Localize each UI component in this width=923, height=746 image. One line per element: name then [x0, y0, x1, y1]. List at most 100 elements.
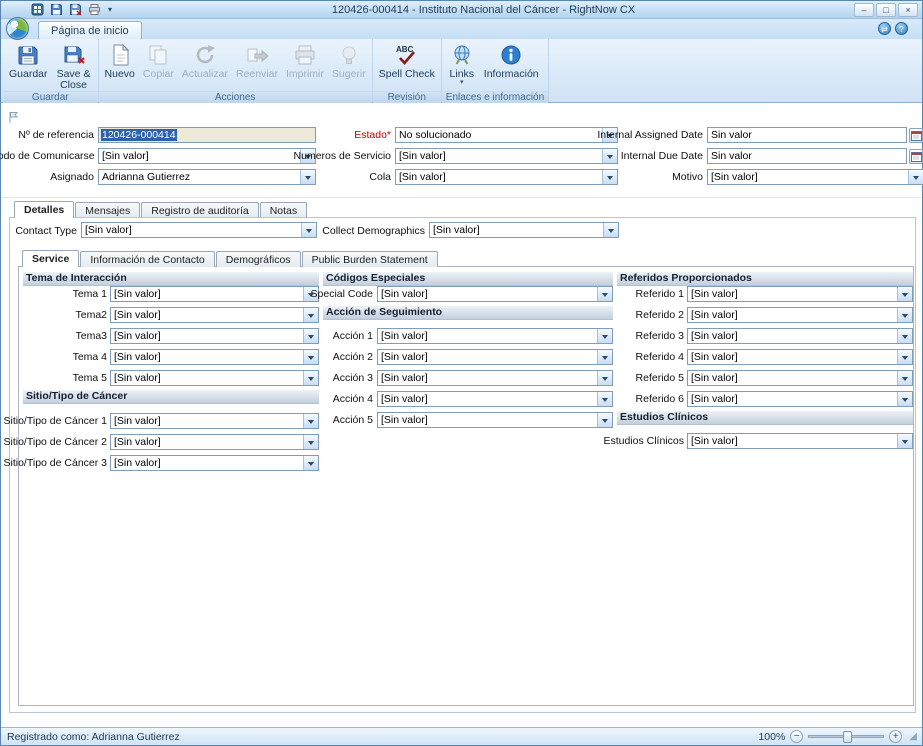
resize-grip[interactable]: ◢: [909, 731, 917, 742]
reenviar-button-label: Reenviar: [236, 69, 278, 80]
referido-4-dropdown-button[interactable]: [897, 350, 912, 364]
accion-4-dropdown[interactable]: [Sin valor]: [377, 391, 613, 407]
help-icon[interactable]: ?: [895, 22, 908, 35]
motivo-dropdown[interactable]: [Sin valor]: [707, 169, 923, 185]
tab-public-burden-statement[interactable]: Public Burden Statement: [302, 251, 438, 267]
referido-4-value: [Sin valor]: [688, 350, 897, 364]
sitio-2-dropdown[interactable]: [Sin valor]: [110, 434, 319, 450]
nuevo-button[interactable]: Nuevo: [101, 41, 139, 91]
motivo-value: [Sin valor]: [708, 170, 908, 184]
accion-2-value: [Sin valor]: [378, 350, 597, 364]
estudios-clinicos-dropdown-button[interactable]: [897, 434, 912, 448]
zoom-slider[interactable]: [808, 735, 884, 738]
copiar-button[interactable]: Copiar: [139, 41, 178, 91]
referido-1-dropdown-button[interactable]: [897, 287, 912, 301]
collect-demographics-dropdown-button[interactable]: [603, 223, 618, 237]
tab-pagina-de-inicio[interactable]: Página de inicio: [38, 21, 142, 39]
special-code-dropdown[interactable]: [Sin valor]: [377, 286, 613, 302]
zoom-out-button[interactable]: −: [790, 730, 803, 743]
zoom-slider-thumb[interactable]: [843, 731, 852, 743]
qat-dropdown-caret[interactable]: ▾: [105, 5, 115, 14]
accion-5-dropdown-button[interactable]: [597, 413, 612, 427]
tab-notas[interactable]: Notas: [260, 202, 307, 218]
tema-3-dropdown[interactable]: [Sin valor]: [110, 328, 319, 344]
referido-5-dropdown-button[interactable]: [897, 371, 912, 385]
tema-4-dropdown[interactable]: [Sin valor]: [110, 349, 319, 365]
accion-1-dropdown-button[interactable]: [597, 329, 612, 343]
numeros-servicio-label: Numeros de Servicio: [289, 148, 391, 164]
referido-3-dropdown[interactable]: [Sin valor]: [687, 328, 913, 344]
accion-2-dropdown[interactable]: [Sin valor]: [377, 349, 613, 365]
tema-2-dropdown[interactable]: [Sin valor]: [110, 307, 319, 323]
save-and-close-button[interactable]: Save & Close: [52, 41, 96, 91]
referido-2-dropdown[interactable]: [Sin valor]: [687, 307, 913, 323]
maximize-button[interactable]: □: [876, 3, 896, 17]
motivo-dropdown-button[interactable]: [908, 170, 923, 184]
minimize-button[interactable]: –: [854, 3, 874, 17]
informacion-button[interactable]: Información: [480, 41, 543, 91]
estudios-clinicos-dropdown[interactable]: [Sin valor]: [687, 433, 913, 449]
accion-5-dropdown[interactable]: [Sin valor]: [377, 412, 613, 428]
app-menu-button[interactable]: [29, 2, 46, 17]
sugerir-button[interactable]: Sugerir: [328, 41, 370, 91]
links-button[interactable]: Links ▾: [444, 41, 480, 91]
accion-4-dropdown-button[interactable]: [597, 392, 612, 406]
referido-4-dropdown[interactable]: [Sin valor]: [687, 349, 913, 365]
tab-demograficos[interactable]: Demográficos: [216, 251, 301, 267]
application-orb-button[interactable]: [6, 17, 29, 40]
save-close-icon: [62, 43, 86, 67]
tab-mensajes[interactable]: Mensajes: [75, 202, 140, 218]
sitio-3-dropdown-button[interactable]: [303, 456, 318, 470]
actualizar-button[interactable]: Actualizar: [178, 41, 232, 91]
qat-save-close-button[interactable]: [67, 2, 84, 17]
special-code-dropdown-button[interactable]: [597, 287, 612, 301]
qat-save-button[interactable]: [48, 2, 65, 17]
referido-6-dropdown[interactable]: [Sin valor]: [687, 391, 913, 407]
accion-3-dropdown[interactable]: [Sin valor]: [377, 370, 613, 386]
imprimir-button[interactable]: Imprimir: [282, 41, 328, 91]
tab-registro-de-auditoria[interactable]: Registro de auditoría: [141, 202, 258, 218]
collect-demographics-dropdown[interactable]: [Sin valor]: [429, 222, 619, 238]
referido-5-value: [Sin valor]: [688, 371, 897, 385]
referido-3-dropdown-button[interactable]: [897, 329, 912, 343]
navigation-icon[interactable]: ⇄: [878, 22, 891, 35]
internal-assigned-date-calendar-button[interactable]: [909, 128, 923, 143]
estado-dropdown[interactable]: No solucionado: [395, 127, 618, 143]
tab-service[interactable]: Service: [22, 250, 79, 267]
zoom-in-button[interactable]: +: [889, 730, 902, 743]
internal-due-date-calendar-button[interactable]: [909, 149, 923, 164]
tab-detalles[interactable]: Detalles: [14, 201, 74, 218]
asignado-dropdown[interactable]: Adrianna Gutierrez: [98, 169, 316, 185]
accion-3-dropdown-button[interactable]: [597, 371, 612, 385]
internal-assigned-date-field[interactable]: Sin valor: [707, 127, 907, 143]
contact-type-dropdown[interactable]: [Sin valor]: [81, 222, 317, 238]
referido-1-value: [Sin valor]: [688, 287, 897, 301]
sitio-3-dropdown[interactable]: [Sin valor]: [110, 455, 319, 471]
qat-print-button[interactable]: [86, 2, 103, 17]
links-dropdown-caret: ▾: [460, 80, 464, 86]
accion-1-dropdown[interactable]: [Sin valor]: [377, 328, 613, 344]
cola-dropdown[interactable]: [Sin valor]: [395, 169, 618, 185]
tema-1-dropdown[interactable]: [Sin valor]: [110, 286, 319, 302]
sitio-1-dropdown[interactable]: [Sin valor]: [110, 413, 319, 429]
close-button[interactable]: ×: [898, 3, 918, 17]
referido-1-dropdown[interactable]: [Sin valor]: [687, 286, 913, 302]
referencia-field[interactable]: 120426-000414: [98, 127, 316, 143]
tema-5-dropdown[interactable]: [Sin valor]: [110, 370, 319, 386]
referido-5-dropdown[interactable]: [Sin valor]: [687, 370, 913, 386]
numeros-servicio-dropdown[interactable]: [Sin valor]: [395, 148, 618, 164]
contact-type-dropdown-button[interactable]: [301, 223, 316, 237]
guardar-button[interactable]: Guardar: [5, 41, 52, 91]
tema-2-dropdown-button[interactable]: [303, 308, 318, 322]
referido-2-dropdown-button[interactable]: [897, 308, 912, 322]
internal-due-date-field[interactable]: Sin valor: [707, 148, 907, 164]
referido-6-dropdown-button[interactable]: [897, 392, 912, 406]
accion-2-dropdown-button[interactable]: [597, 350, 612, 364]
modo-comunicarse-dropdown[interactable]: [Sin valor]: [98, 148, 316, 164]
tab-informacion-de-contacto[interactable]: Información de Contacto: [80, 251, 214, 267]
spell-check-button[interactable]: ABC Spell Check: [375, 41, 439, 91]
reenviar-button[interactable]: Reenviar: [232, 41, 282, 91]
service-panel: Tema de Interacción Tema 1 [Sin valor] T…: [18, 266, 914, 706]
sitio-2-dropdown-button[interactable]: [303, 435, 318, 449]
special-code-label: Special Code: [305, 286, 373, 302]
